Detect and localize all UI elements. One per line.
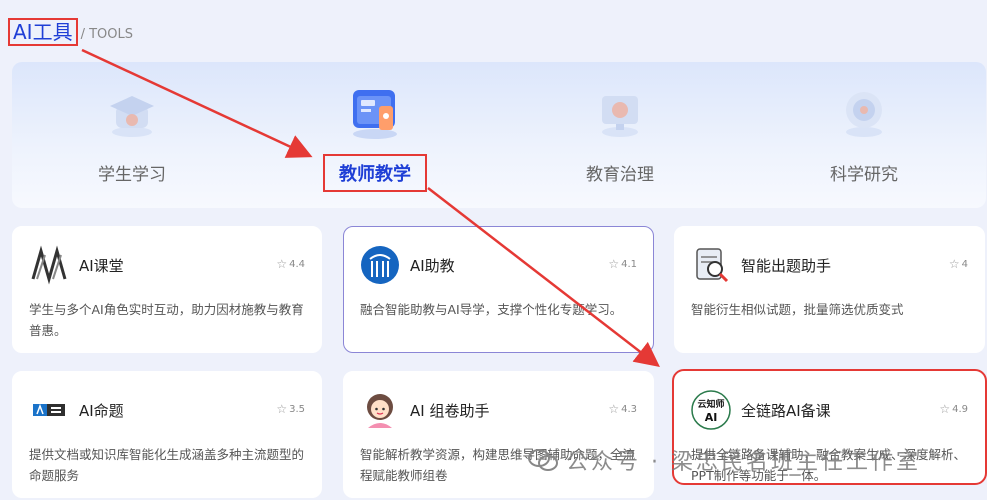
tool-card-paper-assembly[interactable]: AI 组卷助手 ☆ 4.3 智能解析教学资源，构建思维导图辅助命题，全流程赋能教师… — [343, 371, 654, 498]
category-label: 学生学习 — [98, 165, 166, 185]
rating: ☆ 4.4 — [276, 257, 305, 271]
rating: ☆ 4.9 — [939, 402, 968, 416]
star-icon: ☆ — [608, 257, 620, 271]
ai-proposition-logo — [29, 390, 69, 430]
svg-text:AI: AI — [705, 411, 718, 424]
category-scientific-research[interactable]: 科学研究 — [744, 62, 984, 208]
watermark-text: 公众号 · 梁忠民名班主任工作室 — [566, 450, 921, 475]
watermark: 公众号 · 梁忠民名班主任工作室 — [528, 444, 921, 476]
tool-card-ai-classroom[interactable]: AI课堂 ☆ 4.4 学生与多个AI角色实时互动，助力因材施教与教育普惠。 — [12, 226, 322, 353]
yunzhishi-ai-logo: 云知师 AI — [691, 390, 731, 430]
teacher-avatar-logo — [360, 390, 400, 430]
tool-description: 融合智能助教与AI导学，支撑个性化专题学习。 — [360, 302, 623, 317]
rating: ☆ 3.5 — [276, 402, 305, 416]
tool-description: 提供文档或知识库智能化生成涵盖多种主流题型的命题服务 — [29, 447, 305, 483]
tool-card-question-generator[interactable]: 智能出题助手 ☆ 4 智能衍生相似试题，批量筛选优质变式 — [674, 226, 985, 353]
page-header: AI工具 / TOOLS — [8, 16, 133, 46]
rating: ☆ 4.1 — [608, 257, 637, 271]
cloud-monitor-icon — [602, 96, 638, 137]
category-label: 教育治理 — [586, 165, 654, 185]
tool-name: AI课堂 — [79, 256, 124, 275]
star-icon: ☆ — [276, 402, 288, 416]
category-teacher-teaching[interactable]: 教师教学 — [255, 62, 495, 208]
category-student-learning[interactable]: 学生学习 — [12, 62, 252, 208]
star-icon: ☆ — [939, 402, 951, 416]
tool-description: 学生与多个AI角色实时互动，助力因材施教与教育普惠。 — [29, 302, 304, 338]
svg-text:云知师: 云知师 — [697, 398, 724, 410]
ai-classroom-logo — [29, 245, 69, 285]
tool-card-ai-assistant[interactable]: AI助教 ☆ 4.1 融合智能助教与AI导学，支撑个性化专题学习。 — [343, 226, 654, 353]
tool-card-ai-proposition[interactable]: AI命题 ☆ 3.5 提供文档或知识库智能化生成涵盖多种主流题型的命题服务 — [12, 371, 322, 498]
page-title: AI工具 — [8, 18, 78, 46]
category-label: 科学研究 — [830, 165, 898, 185]
tool-description: 智能衍生相似试题，批量筛选优质变式 — [691, 302, 904, 317]
category-education-governance[interactable]: 教育治理 — [500, 62, 740, 208]
tool-name: AI 组卷助手 — [410, 401, 490, 420]
tool-name: AI助教 — [410, 256, 455, 275]
teacher-screen-icon — [353, 90, 397, 139]
star-icon: ☆ — [948, 257, 960, 271]
wechat-icon — [528, 449, 558, 471]
tool-name: 智能出题助手 — [741, 256, 832, 275]
brain-icon — [846, 92, 882, 137]
rating: ☆ 4 — [948, 257, 968, 271]
ai-assistant-logo — [360, 245, 400, 285]
tool-name: AI命题 — [79, 401, 124, 420]
page-subtitle: / TOOLS — [80, 27, 134, 42]
category-label: 教师教学 — [323, 154, 427, 192]
tool-name: 全链路AI备课 — [741, 401, 831, 420]
graduation-cap-icon — [110, 96, 154, 137]
question-magnifier-logo — [691, 245, 731, 285]
rating: ☆ 4.3 — [608, 402, 637, 416]
star-icon: ☆ — [276, 257, 288, 271]
star-icon: ☆ — [608, 402, 620, 416]
category-bar: 学生学习 教师教学 教育治理 科学研究 — [12, 62, 986, 208]
